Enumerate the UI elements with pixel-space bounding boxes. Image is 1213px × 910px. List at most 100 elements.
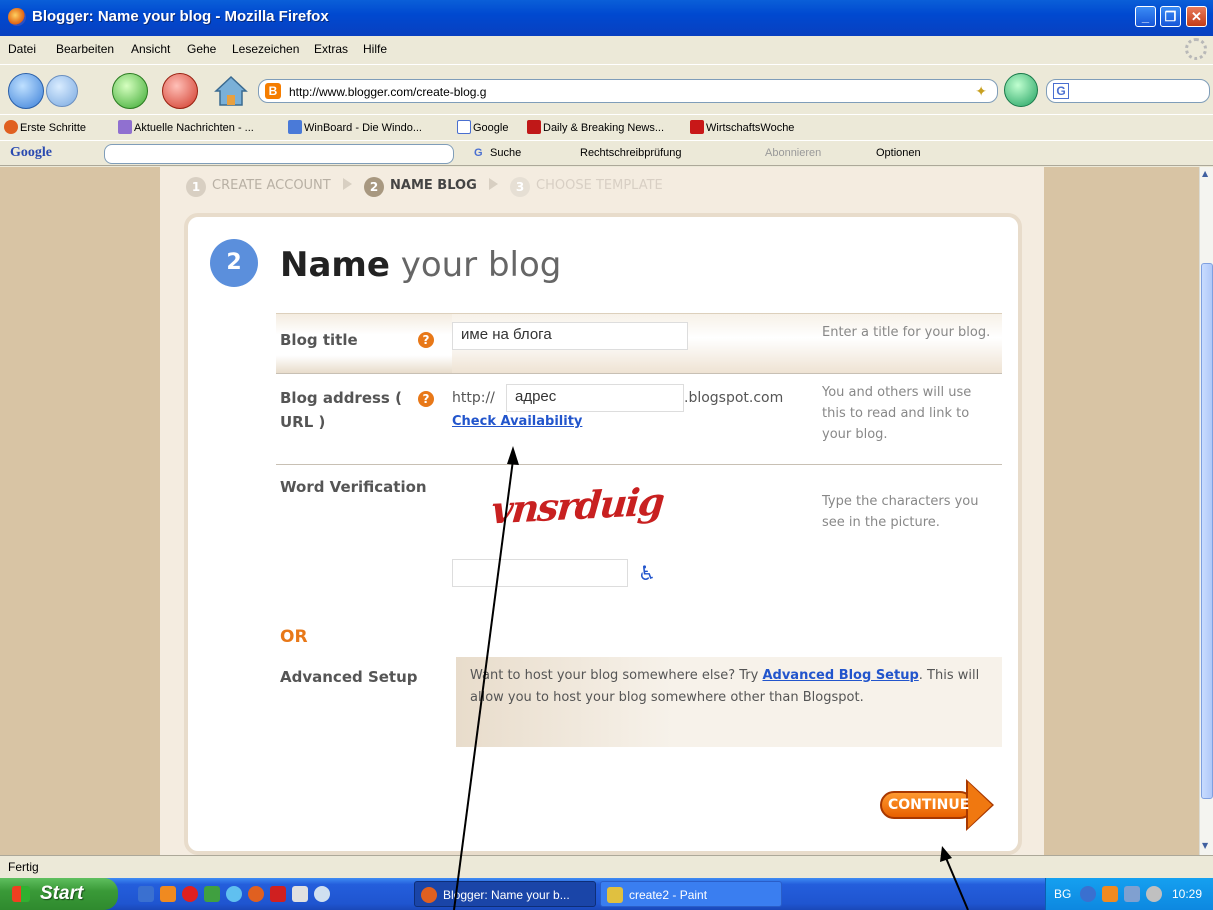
maximize-button[interactable]: ❐ (1160, 6, 1181, 27)
google-search-input[interactable] (104, 144, 454, 164)
captcha-input[interactable] (452, 559, 628, 587)
menu-hilfe[interactable]: Hilfe (363, 42, 387, 56)
clock: 10:29 (1172, 887, 1203, 901)
blog-address-input[interactable]: адрес (506, 384, 684, 412)
tray-icon[interactable] (1146, 886, 1162, 902)
address-bar[interactable]: B http://www.blogger.com/create-blog.g ✦ (258, 79, 998, 103)
search-box[interactable]: G (1046, 79, 1210, 103)
task-paint[interactable]: create2 - Paint (600, 881, 782, 907)
menu-ansicht[interactable]: Ansicht (131, 42, 170, 56)
bookmark-google[interactable]: Google (457, 120, 508, 134)
task-firefox[interactable]: Blogger: Name your b... (414, 881, 596, 907)
blog-title-hint: Enter a title for your blog. (822, 325, 991, 340)
step-3-label: CHOOSE TEMPLATE (536, 178, 663, 193)
bookmark-star-icon[interactable]: ✦ (975, 83, 987, 100)
subscribe-button[interactable]: Abonnieren (765, 147, 821, 159)
firefox-icon (4, 120, 18, 134)
step-2-number: 2 (364, 177, 385, 197)
url-prefix: http:// (452, 390, 495, 406)
quicklaunch-icon[interactable] (182, 886, 198, 902)
help-icon[interactable]: ? (418, 391, 434, 407)
start-button[interactable]: Start (0, 878, 118, 910)
step-arrow-icon (488, 178, 498, 190)
menu-datei[interactable]: Datei (8, 42, 36, 56)
firefox-icon (421, 887, 437, 903)
help-icon[interactable]: ? (418, 332, 434, 348)
blogger-favicon: B (265, 83, 281, 99)
close-button[interactable]: ✕ (1186, 6, 1207, 27)
quicklaunch-icon[interactable] (270, 886, 286, 902)
language-indicator[interactable]: BG (1054, 887, 1071, 901)
bw-icon (527, 120, 541, 134)
menu-lesezeichen[interactable]: Lesezeichen (232, 42, 299, 56)
bookmark-aktuelle-nachrichten[interactable]: Aktuelle Nachrichten - ... (118, 120, 254, 134)
tray-icon[interactable] (1102, 886, 1118, 902)
advanced-blog-setup-link[interactable]: Advanced Blog Setup (762, 668, 918, 683)
google-search-button[interactable]: Suche (490, 147, 521, 159)
advanced-setup-text: Want to host your blog somewhere else? T… (470, 668, 980, 705)
page-content: 1 CREATE ACCOUNT 2 NAME BLOG 3 CHOOSE TEMPL… (0, 167, 1199, 855)
url-suffix: .blogspot.com (684, 390, 784, 406)
stop-button[interactable] (162, 73, 198, 109)
bookmark-wirtschaftswoche[interactable]: WirtschaftsWoche (690, 120, 794, 134)
quicklaunch-icon[interactable] (314, 886, 330, 902)
menu-extras[interactable]: Extras (314, 42, 348, 56)
continue-button[interactable]: CONTINUE (880, 779, 998, 831)
accessibility-icon[interactable]: ♿ (638, 561, 656, 585)
menu-bearbeiten[interactable]: Bearbeiten (56, 42, 114, 56)
firefox-icon (8, 8, 26, 26)
vertical-scrollbar[interactable]: ▲ ▼ (1199, 167, 1213, 855)
scroll-thumb[interactable] (1201, 263, 1213, 799)
page-column: 1 CREATE ACCOUNT 2 NAME BLOG 3 CHOOSE TEMPL… (160, 167, 1044, 855)
google-logo[interactable]: Google (10, 145, 52, 161)
tray-icon[interactable] (1080, 886, 1096, 902)
blog-title-input[interactable]: име на блога (452, 322, 688, 350)
tray-icon[interactable] (1124, 886, 1140, 902)
step-1-number: 1 (186, 177, 206, 197)
scroll-up-icon[interactable]: ▲ (1202, 169, 1208, 178)
name-blog-panel: 2 Name your blog Blog title ? име на бло… (184, 213, 1022, 855)
quicklaunch-icon[interactable] (160, 886, 176, 902)
step-number-badge: 2 (210, 239, 258, 287)
forward-button[interactable] (46, 75, 78, 107)
home-button[interactable] (212, 73, 250, 109)
menu-gehe[interactable]: Gehe (187, 42, 216, 56)
winboard-icon (288, 120, 302, 134)
acrobat-icon[interactable] (292, 886, 308, 902)
blog-title-row: Blog title ? име на блога Enter a title … (276, 313, 1002, 374)
quicklaunch-icon[interactable] (226, 886, 242, 902)
word-verification-hint: Type the characters you see in the pictu… (822, 494, 979, 530)
minimize-button[interactable]: _ (1135, 6, 1156, 27)
scroll-down-icon[interactable]: ▼ (1202, 841, 1208, 850)
back-button[interactable] (8, 73, 44, 109)
status-bar: Fertig (0, 855, 1213, 878)
captcha-image: vnsrduig (489, 478, 665, 533)
step-3-number: 3 (510, 177, 531, 197)
bookmark-winboard[interactable]: WinBoard - Die Windo... (288, 120, 422, 134)
go-button[interactable] (1004, 73, 1038, 107)
window-title-bar: Blogger: Name your blog - Mozilla Firefo… (0, 0, 1213, 36)
arrow-right-icon (968, 782, 992, 828)
ie-icon[interactable] (138, 886, 154, 902)
firefox-icon[interactable] (248, 886, 264, 902)
taskbar: Start Blogger: Name your b... create2 - … (0, 878, 1213, 910)
rss-icon (118, 120, 132, 134)
check-availability-link[interactable]: Check Availability (452, 414, 582, 429)
blog-address-hint: You and others will use this to read and… (822, 385, 972, 442)
bookmark-erste-schritte[interactable]: Erste Schritte (4, 120, 86, 134)
bookmarks-toolbar: Erste Schritte Aktuelle Nachrichten - ..… (0, 114, 1213, 140)
ww-icon (690, 120, 704, 134)
google-icon (457, 120, 471, 134)
page-title: Name your blog (280, 245, 562, 285)
word-verification-label: Word Verification (280, 478, 427, 496)
spellcheck-button[interactable]: Rechtschreibprüfung (580, 147, 682, 159)
reload-button[interactable] (112, 73, 148, 109)
google-toolbar: Google G Suche Rechtschreibprüfung Abonn… (0, 140, 1213, 166)
bookmark-daily-news[interactable]: Daily & Breaking News... (527, 120, 664, 134)
progress-steps: 1 CREATE ACCOUNT 2 NAME BLOG 3 CHOOSE TEMPL… (186, 177, 663, 197)
options-button[interactable]: Optionen (876, 147, 921, 159)
quicklaunch-icon[interactable] (204, 886, 220, 902)
navigation-toolbar: B http://www.blogger.com/create-blog.g ✦… (0, 64, 1213, 114)
step-arrow-icon (342, 178, 352, 190)
system-tray: BG 10:29 (1045, 878, 1213, 910)
